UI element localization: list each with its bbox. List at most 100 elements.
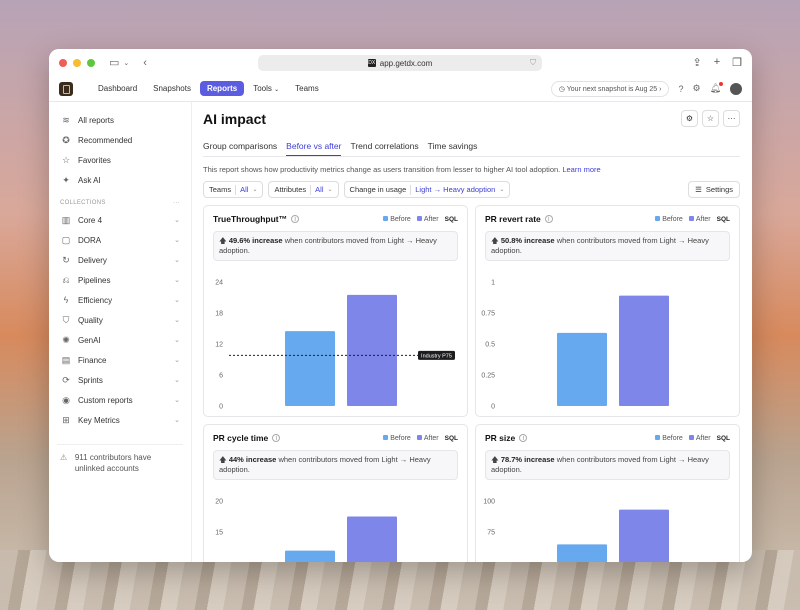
bell-icon[interactable]: 🔔︎ [710, 82, 724, 94]
sidebar-item-sprints[interactable]: ⟳ Sprints ⌄ [57, 370, 183, 390]
sql-button[interactable]: SQL [445, 216, 458, 223]
chevron-down-icon[interactable]: ⌄ [174, 376, 180, 384]
nav-reports[interactable]: Reports [199, 81, 245, 96]
sidebar-item-key-metrics[interactable]: ⊞ Key Metrics ⌄ [57, 410, 183, 430]
sidebar-item-all-reports[interactable]: ≋ All reports [57, 110, 183, 130]
info-icon[interactable]: i [291, 215, 300, 223]
attributes-filter[interactable]: Attributes All ⌄ [268, 181, 339, 198]
tab-group-comparisons[interactable]: Group comparisons [203, 137, 277, 156]
legend-after: After [416, 215, 439, 223]
warning-icon: ⚠ [60, 453, 68, 462]
gear-icon[interactable]: ⚙ [692, 83, 700, 94]
chevron-down-icon[interactable]: ⌄ [174, 356, 180, 364]
legend-after-label: After [423, 215, 439, 223]
chevron-down-icon[interactable]: ⌄ [174, 276, 180, 284]
chevron-down-icon[interactable]: ⌄ [174, 396, 180, 404]
info-icon[interactable]: i [519, 434, 528, 442]
settings-label: Settings [705, 185, 733, 194]
learn-more-link[interactable]: Learn more [562, 165, 600, 174]
sidebar-item-quality[interactable]: ⛉ Quality ⌄ [57, 310, 183, 330]
sidebar-item-core-4[interactable]: ▥ Core 4 ⌄ [57, 210, 183, 230]
sidebar-item-delivery[interactable]: ↻ Delivery ⌄ [57, 250, 183, 270]
chart-icon: ▥ [61, 214, 71, 225]
settings-button[interactable]: ☰ Settings [688, 181, 740, 198]
sidebar-item-label: Ask AI [78, 175, 101, 185]
report-description: This report shows how productivity metri… [203, 165, 740, 174]
settings-gear-button[interactable]: ⚙ [681, 110, 698, 127]
sidebar-item-label: Finance [78, 355, 107, 365]
sidebar-item-efficiency[interactable]: ϟ Efficiency ⌄ [57, 290, 183, 310]
bar-chart: 75 100 [483, 497, 732, 562]
help-icon[interactable]: ? [678, 84, 683, 94]
chevron-down-icon[interactable]: ⌄ [123, 59, 129, 67]
sidebar-item-custom-reports[interactable]: ◉ Custom reports ⌄ [57, 390, 183, 410]
maximize-window-button[interactable] [87, 58, 95, 67]
metric-card: PR size i Before After SQL 🡅 78.7% incre… [475, 424, 740, 562]
sidebar-item-recommended[interactable]: ✪ Recommended [57, 130, 183, 150]
bar-after [347, 516, 397, 562]
collections-more-button[interactable]: ··· [173, 200, 180, 206]
sidebar-item-genai[interactable]: ✺ GenAI ⌄ [57, 330, 183, 350]
insight-callout: 🡅 50.8% increase when contributors moved… [485, 231, 730, 261]
shield-icon: ⛉ [62, 314, 70, 325]
sidebar-toggle-icon[interactable]: ▭ [109, 56, 119, 69]
privacy-shield-icon[interactable]: ⛉ [530, 58, 536, 68]
minimize-window-button[interactable] [73, 58, 81, 67]
tab-before-vs-after[interactable]: Before vs after [286, 137, 342, 156]
info-icon[interactable]: i [272, 434, 281, 442]
chart-svg: 1520 [215, 499, 397, 562]
tabs-overview-icon[interactable]: ❐ [732, 56, 742, 69]
card-title: PR cycle time [213, 433, 269, 443]
nav-snapshots[interactable]: Snapshots [146, 81, 198, 96]
user-icon: ◉ [62, 394, 70, 405]
metric-cards-grid: TrueThroughput™ i Before After SQL 🡅 49.… [203, 205, 740, 562]
favorite-star-button[interactable]: ☆ [702, 110, 719, 127]
info-icon[interactable]: i [544, 215, 553, 223]
sql-button[interactable]: SQL [445, 435, 458, 442]
nav-dashboard[interactable]: Dashboard [91, 81, 144, 96]
chevron-down-icon[interactable]: ⌄ [174, 296, 180, 304]
chevron-down-icon[interactable]: ⌄ [174, 316, 180, 324]
bar-before [285, 331, 335, 406]
teams-filter[interactable]: Teams All ⌄ [203, 181, 264, 198]
back-icon[interactable]: ‹ [143, 57, 147, 69]
more-options-button[interactable]: ··· [723, 110, 740, 127]
y-tick-label: 24 [215, 280, 223, 287]
nav-teams[interactable]: Teams [288, 81, 326, 96]
sidebar-item-finance[interactable]: ▤ Finance ⌄ [57, 350, 183, 370]
insight-callout: 🡅 49.6% increase when contributors moved… [213, 231, 458, 261]
address-bar[interactable]: DX app.getdx.com ⛉ [258, 55, 542, 71]
chevron-down-icon[interactable]: ⌄ [174, 416, 180, 424]
chevron-down-icon[interactable]: ⌄ [174, 236, 180, 244]
unlinked-accounts-text: 911 contributors have unlinked accounts [74, 453, 152, 473]
tab-time-savings[interactable]: Time savings [428, 137, 478, 156]
new-tab-icon[interactable]: + [714, 56, 720, 69]
snapshot-text: Your next snapshot is Aug 25 [566, 85, 658, 93]
chevron-down-icon[interactable]: ⌄ [174, 256, 180, 264]
sql-button[interactable]: SQL [717, 216, 730, 223]
attributes-filter-value: All [315, 185, 324, 194]
metric-card: PR cycle time i Before After SQL 🡅 44% i… [203, 424, 468, 562]
close-window-button[interactable] [59, 58, 67, 67]
sidebar-item-favorites[interactable]: ☆ Favorites [57, 150, 183, 170]
nav-tools[interactable]: Tools ⌄ [246, 81, 286, 96]
sidebar-item-pipelines[interactable]: ⎌ Pipelines ⌄ [57, 270, 183, 290]
share-icon[interactable]: ⇪ [692, 56, 701, 69]
folder-icon: ▤ [61, 354, 71, 365]
legend-before: Before [655, 215, 683, 223]
snapshot-pill[interactable]: ◷ Your next snapshot is Aug 25 › [550, 80, 670, 97]
sql-button[interactable]: SQL [717, 435, 730, 442]
chevron-down-icon[interactable]: ⌄ [174, 216, 180, 224]
avatar[interactable] [730, 82, 742, 95]
usage-filter[interactable]: Change in usage Light → Heavy adoption ⌄ [343, 181, 511, 198]
app-logo[interactable] [59, 81, 73, 96]
unlinked-accounts-note[interactable]: ⚠ 911 contributors have unlinked account… [57, 444, 183, 475]
arrow-up-icon: 🡅 [219, 236, 227, 245]
clock-icon: ◷ [558, 85, 565, 93]
sidebar-item-ask-ai[interactable]: ✦ Ask AI [57, 170, 183, 190]
sidebar-item-dora[interactable]: ▢ DORA ⌄ [57, 230, 183, 250]
y-tick-label: 0 [219, 404, 223, 411]
chevron-down-icon[interactable]: ⌄ [174, 336, 180, 344]
legend-swatch [383, 215, 389, 221]
tab-trend-correlations[interactable]: Trend correlations [350, 137, 418, 156]
